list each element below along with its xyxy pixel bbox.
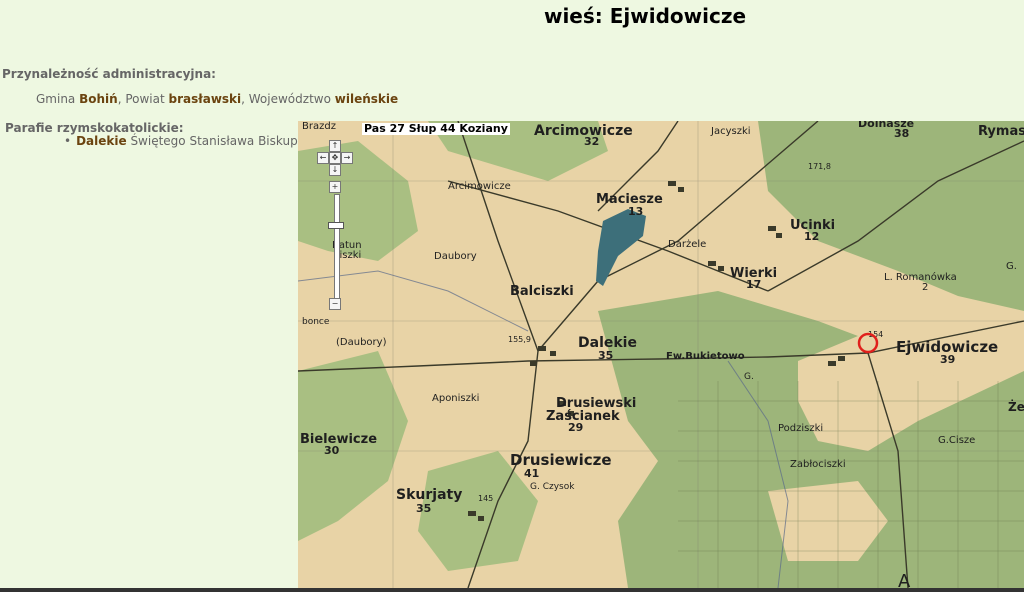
map-label-jacyszki: Jacyszki — [710, 126, 751, 137]
parish-list: Dalekie Świętego Stanisława Biskupa — [64, 134, 305, 148]
map-label-aponiszki: Aponiszki — [432, 393, 479, 404]
map-label-bielewicze-num: 30 — [324, 444, 340, 457]
map-label-gczysok: G. Czysok — [530, 482, 575, 492]
wojewodztwo-link[interactable]: wileńskie — [335, 92, 398, 106]
map-label-dolnasze-num: 38 — [894, 127, 909, 140]
historical-map[interactable]: Arcimowicze 32 Dolnasze 38 Jacyszki Ryma… — [298, 121, 1024, 588]
zoom-slider-track[interactable] — [334, 194, 340, 302]
admin-line: Gmina Bohiń, Powiat brasławski, Wojewódz… — [36, 92, 398, 106]
zoom-in-button[interactable]: + — [329, 181, 341, 193]
map-label-romanowka-num: 2 — [922, 282, 928, 293]
wojewodztwo-prefix: , Województwo — [241, 92, 335, 106]
pan-left-button[interactable]: ← — [317, 152, 329, 164]
bottom-rule — [0, 588, 1024, 592]
map-label-g-small: G. — [744, 372, 754, 382]
map-label-zabloc: Zabłociszki — [790, 459, 846, 470]
map-label-height-145: 145 — [478, 494, 493, 503]
map-label-ze: Że — [1008, 399, 1024, 414]
page-title: wieś: Ejwidowicze — [543, 4, 747, 28]
map-label-darzele: Darżele — [668, 239, 706, 250]
parish-section-label: Parafie rzymskokatolickie: — [5, 121, 184, 135]
map-label-arcimowicze-num: 32 — [584, 135, 599, 148]
map-label-daubory2: (Daubory) — [336, 337, 387, 348]
map-label-dalekie-num: 35 — [598, 349, 613, 362]
admin-section-label: Przynależność administracyjna: — [2, 67, 216, 81]
zoom-out-button[interactable]: − — [329, 298, 341, 310]
pan-down-button[interactable]: ↓ — [329, 164, 341, 176]
map-label-romanowka: L. Romanówka — [884, 271, 957, 283]
pan-home-button[interactable]: ✥ — [329, 152, 341, 164]
map-label-gcisze: G.Cisze — [938, 435, 975, 446]
map-label-rymasze: Rymas — [978, 124, 1024, 139]
map-label-brazdz: Brazdz — [302, 121, 336, 132]
map-label-height-717: 171,8 — [808, 162, 831, 171]
map-label-skurjaty: Skurjaty — [396, 487, 462, 503]
map-label-fw-bukietowo: Fw.Bukietowo — [666, 351, 745, 362]
map-label-wierki-num: 17 — [746, 278, 761, 291]
map-label-maciesze-num: 13 — [628, 205, 643, 218]
list-item: Dalekie Świętego Stanisława Biskupa — [64, 134, 305, 148]
map-label-podziszki: Podziszki — [778, 423, 823, 434]
map-label-arcimowicze-small: Arcimowicze — [448, 181, 511, 192]
parish-link[interactable]: Dalekie — [76, 134, 127, 148]
pan-right-button[interactable]: → — [341, 152, 353, 164]
powiat-link[interactable]: brasławski — [169, 92, 242, 106]
map-label-ucinki-num: 12 — [804, 230, 819, 243]
map-label-a: A — [898, 571, 911, 588]
parish-dedication: Świętego Stanisława Biskupa — [126, 134, 306, 148]
map-label-daubory: Daubory — [434, 251, 477, 262]
map-label-drusiewicze-num: 41 — [524, 467, 539, 480]
map-label-bonce: bonce — [302, 317, 330, 327]
powiat-prefix: , Powiat — [117, 92, 169, 106]
map-view[interactable]: Arcimowicze 32 Dolnasze 38 Jacyszki Ryma… — [298, 121, 1024, 588]
map-label-g2: G. — [1006, 261, 1017, 272]
map-label-balciszki: Balciszki — [510, 284, 574, 299]
map-sheet-label: Pas 27 Słup 44 Koziany — [362, 122, 510, 135]
gmina-link[interactable]: Bohiń — [79, 92, 118, 106]
pan-up-button[interactable]: ↑ — [329, 140, 341, 152]
map-label-skurjaty-num: 35 — [416, 502, 431, 515]
map-label-zascianek-num: 29 — [568, 421, 583, 434]
map-label-ejwidowicze-num: 39 — [940, 353, 955, 366]
map-label-height-155: 155,9 — [508, 335, 531, 344]
gmina-prefix: Gmina — [36, 92, 80, 106]
zoom-slider-thumb[interactable] — [328, 222, 344, 229]
